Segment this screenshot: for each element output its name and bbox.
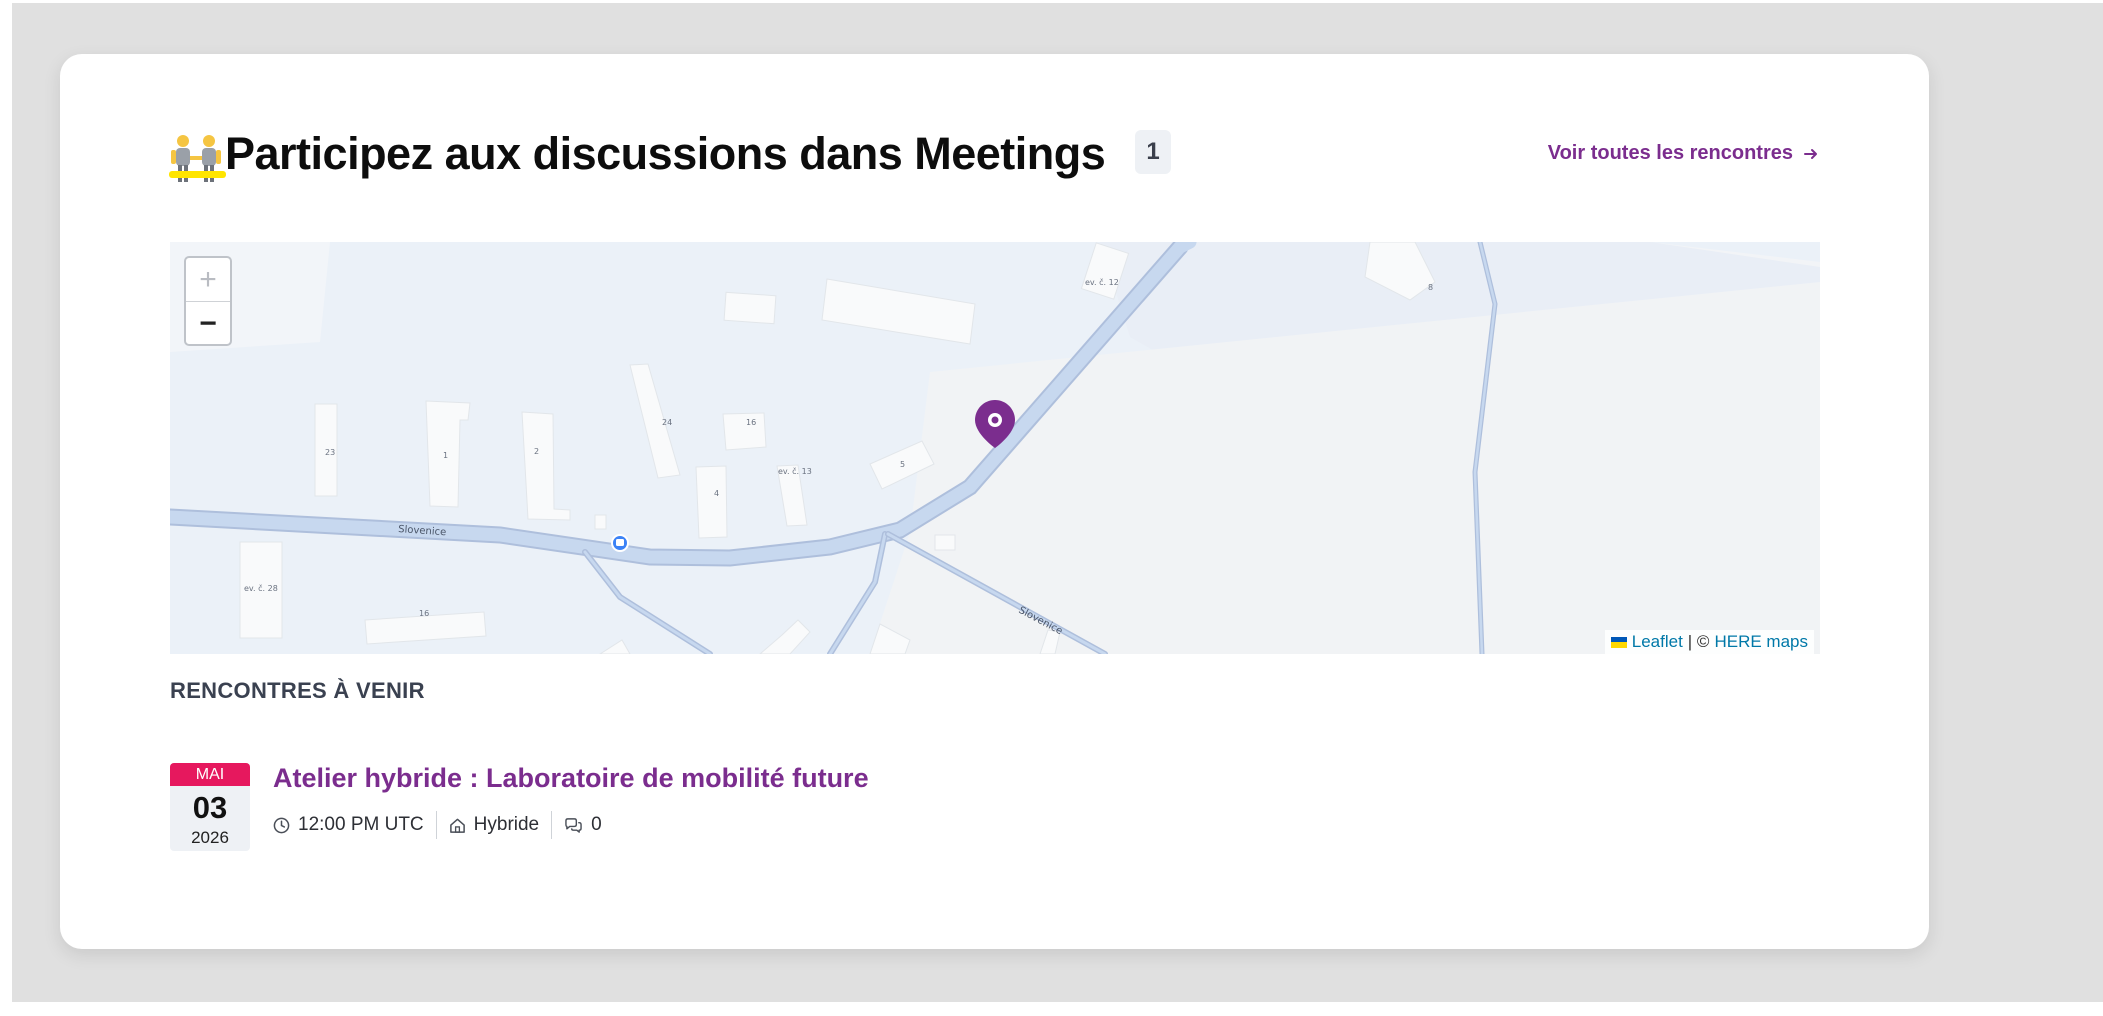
comments-icon xyxy=(565,817,582,833)
upcoming-meetings-heading: RENCONTRES À VENIR xyxy=(170,678,425,703)
attribution-separator: | © xyxy=(1687,632,1710,651)
bus-stop-icon[interactable] xyxy=(611,534,629,552)
meeting-title-link[interactable]: Atelier hybride : Laboratoire de mobilit… xyxy=(273,763,869,794)
here-maps-link[interactable]: HERE maps xyxy=(1714,632,1808,652)
zoom-in-button[interactable]: + xyxy=(186,258,230,301)
zoom-control: + − xyxy=(184,256,232,346)
meeting-comments-count: 0 xyxy=(591,814,602,835)
meeting-date: MAI 03 2026 xyxy=(170,763,250,851)
see-all-label: Voir toutes les rencontres xyxy=(1547,142,1793,164)
meeting-list-item: MAI 03 2026 Atelier hybride : Laboratoir… xyxy=(170,763,1170,853)
meetings-map[interactable]: ev. č. 12 8 23 1 2 24 16 ev. č. 13 5 4 e… xyxy=(170,242,1820,654)
home-icon xyxy=(449,818,465,833)
leaflet-link[interactable]: Leaflet xyxy=(1632,632,1683,652)
building-label: ev. č. 12 xyxy=(1085,277,1119,287)
building-label: ev. č. 13 xyxy=(778,466,812,476)
meeting-time: 12:00 PM UTC xyxy=(273,811,436,839)
see-all-meetings-link[interactable]: Voir toutes les rencontres xyxy=(1548,142,1819,165)
meeting-comments: 0 xyxy=(552,811,614,839)
building-label: 24 xyxy=(662,418,672,427)
building-label: 5 xyxy=(900,460,905,469)
ukraine-flag-icon xyxy=(1610,636,1627,648)
meeting-type-text: Hybride xyxy=(473,814,540,835)
meeting-year: 2026 xyxy=(191,828,229,847)
meeting-type: Hybride xyxy=(437,811,551,839)
section-header: Participez aux discussions dans Meetings… xyxy=(169,128,1819,224)
title-underline xyxy=(169,171,226,178)
arrow-right-icon xyxy=(1804,148,1817,159)
building-label: 16 xyxy=(419,609,429,618)
section-title: Participez aux discussions dans Meetings xyxy=(225,128,1106,179)
building-label: ev. č. 28 xyxy=(244,583,278,593)
meetings-count-badge: 1 xyxy=(1135,130,1171,174)
meeting-day: 03 xyxy=(192,790,228,825)
clock-icon xyxy=(273,817,290,833)
meeting-meta: 12:00 PM UTC Hybride 0 xyxy=(273,811,614,839)
building-label: 8 xyxy=(1428,283,1433,292)
building-label: 23 xyxy=(325,448,335,457)
map-tiles: ev. č. 12 8 23 1 2 24 16 ev. č. 13 5 4 e… xyxy=(170,242,1820,654)
building-label: 1 xyxy=(443,451,448,460)
building-label: 4 xyxy=(714,489,719,498)
meeting-time-text: 12:00 PM UTC xyxy=(298,814,424,835)
zoom-out-button[interactable]: − xyxy=(186,301,230,344)
map-attribution: Leaflet | © HERE maps xyxy=(1604,630,1814,654)
meeting-month: MAI xyxy=(170,763,250,786)
building-label: 16 xyxy=(746,418,756,427)
building-label: 2 xyxy=(534,447,539,456)
